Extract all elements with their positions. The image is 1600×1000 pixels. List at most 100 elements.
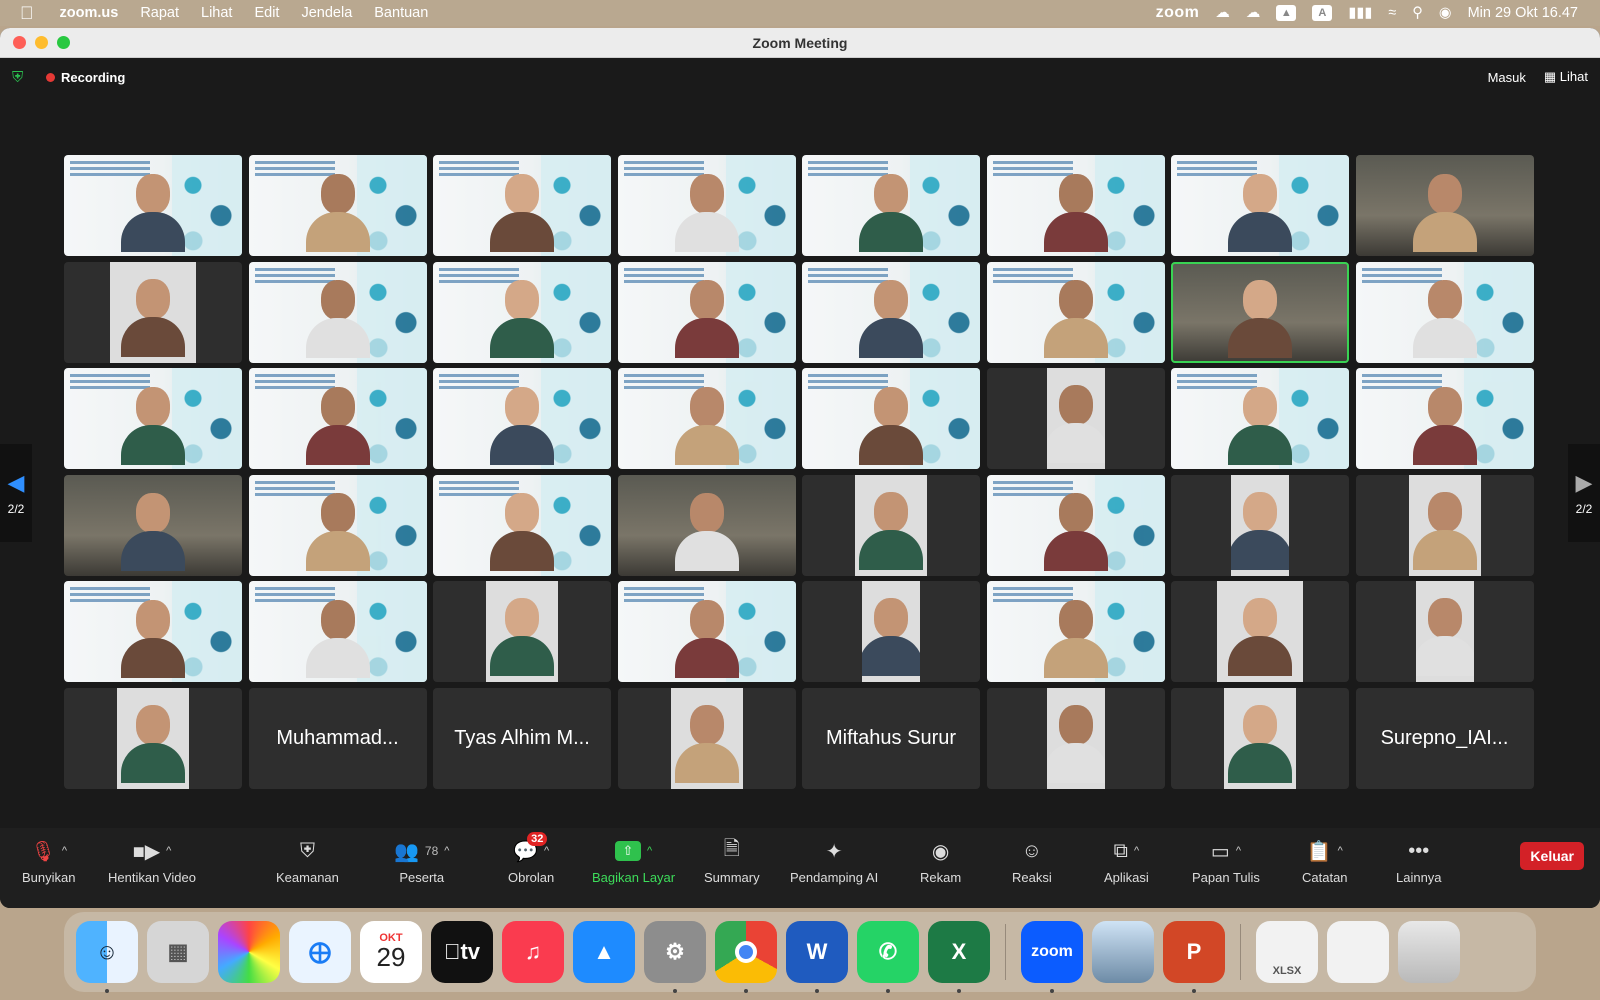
notes-caret[interactable]: ^ [1338, 845, 1343, 857]
zoom-status-label[interactable]: zoom [1156, 4, 1200, 22]
launchpad-app-icon[interactable]: ▦ [147, 921, 209, 983]
safari-app-icon[interactable]: ⨁ [289, 921, 351, 983]
participant-tile[interactable]: Muhammad... [248, 687, 427, 789]
participant-tile[interactable] [986, 155, 1165, 256]
battery-icon[interactable]: ▮▮▮ [1348, 5, 1372, 21]
participant-tile[interactable] [617, 261, 796, 363]
app-store-icon[interactable]: ▲ [573, 921, 635, 983]
keyboard-input-icon[interactable]: A [1312, 5, 1333, 21]
share-caret[interactable]: ^ [647, 845, 652, 857]
recording-label[interactable]: Recording [61, 70, 125, 85]
finder-app-icon[interactable]: ☺ [76, 921, 138, 993]
participant-tile[interactable] [64, 368, 242, 470]
whiteboard-button[interactable]: ▭ ^ Papan Tulis [1192, 838, 1260, 886]
participant-tile[interactable] [64, 474, 242, 576]
encryption-shield-icon[interactable]: ⛨ [12, 69, 28, 86]
document-stack-icon[interactable] [1327, 921, 1389, 983]
menu-rapat[interactable]: Rapat [140, 5, 179, 21]
whiteboard-caret[interactable]: ^ [1236, 845, 1241, 857]
next-page-button[interactable]: ▶ 2/2 [1568, 444, 1600, 542]
calendar-app-icon[interactable]: OKT 29 [360, 921, 422, 983]
system-settings-icon[interactable]: ⚙ [644, 921, 706, 993]
participant-tile[interactable] [1171, 261, 1349, 363]
participant-tile[interactable] [433, 261, 611, 363]
menu-jendela[interactable]: Jendela [301, 5, 352, 21]
participant-tile[interactable] [1171, 581, 1349, 683]
participant-tile[interactable] [802, 474, 980, 576]
participant-tile[interactable] [1355, 581, 1534, 683]
trash-icon[interactable] [1398, 921, 1460, 983]
participants-caret[interactable]: ^ [444, 845, 449, 857]
xlsx-file-icon[interactable]: XLSX [1256, 921, 1318, 983]
participant-tile[interactable] [1171, 368, 1349, 470]
participant-tile[interactable] [64, 261, 242, 363]
participant-tile[interactable] [802, 581, 980, 683]
participant-tile[interactable] [248, 581, 427, 683]
participant-tile[interactable] [617, 687, 796, 789]
music-app-icon[interactable]: ♫ [502, 921, 564, 983]
participant-tile[interactable] [1355, 155, 1534, 256]
menu-bantuan[interactable]: Bantuan [374, 5, 428, 21]
sign-in-button[interactable]: Masuk [1488, 70, 1526, 85]
notes-button[interactable]: 📋 ^ Catatan [1302, 838, 1348, 886]
security-button[interactable]: ⛨ Keamanan [276, 838, 339, 886]
participant-tile[interactable] [986, 687, 1165, 789]
participants-button[interactable]: 👥 78 ^ Peserta [394, 838, 449, 886]
fullscreen-window-button[interactable] [57, 36, 70, 49]
participant-tile[interactable] [1171, 155, 1349, 256]
cloud-icon[interactable]: ☁ [1215, 5, 1230, 21]
apple-menu-icon[interactable]:  [20, 3, 34, 24]
app-status-icon[interactable]: ▲ [1276, 5, 1297, 21]
chat-button[interactable]: 💬 32 ^ Obrolan [508, 832, 554, 885]
close-window-button[interactable] [13, 36, 26, 49]
participant-tile[interactable] [433, 581, 611, 683]
view-button[interactable]: ▦ Lihat [1544, 69, 1588, 85]
participant-tile[interactable]: Miftahus Surur [802, 687, 980, 789]
participant-tile[interactable] [986, 261, 1165, 363]
wifi-icon[interactable]: ≈ [1388, 5, 1396, 21]
video-options-caret[interactable]: ^ [166, 845, 171, 857]
menubar-datetime[interactable]: Min 29 Okt 16.47 [1468, 5, 1578, 21]
participant-tile[interactable] [64, 581, 242, 683]
participant-tile[interactable] [1355, 261, 1534, 363]
participant-tile[interactable] [802, 261, 980, 363]
record-button[interactable]: ◉ Rekam [920, 838, 961, 886]
preview-app-icon[interactable] [1092, 921, 1154, 983]
participant-tile[interactable] [1171, 687, 1349, 789]
stop-video-button[interactable]: ■▶ ^ Hentikan Video [108, 838, 196, 886]
word-app-icon[interactable]: W [786, 921, 848, 993]
participant-tile[interactable]: Tyas Alhim M... [433, 687, 611, 789]
apps-caret[interactable]: ^ [1134, 845, 1139, 857]
participant-tile[interactable] [248, 155, 427, 256]
whatsapp-app-icon[interactable]: ✆ [857, 921, 919, 993]
chat-caret[interactable]: ^ [544, 845, 549, 857]
participant-tile[interactable] [986, 581, 1165, 683]
menu-edit[interactable]: Edit [254, 5, 279, 21]
ai-companion-button[interactable]: ✦ Pendamping AI [790, 838, 878, 886]
participant-tile[interactable]: Surepno_IAI... [1355, 687, 1534, 789]
participant-tile[interactable] [1355, 368, 1534, 470]
menu-lihat[interactable]: Lihat [201, 5, 232, 21]
apple-tv-app-icon[interactable]: tv [431, 921, 493, 983]
powerpoint-app-icon[interactable]: P [1163, 921, 1225, 993]
participant-tile[interactable] [986, 368, 1165, 470]
more-button[interactable]: ••• Lainnya [1396, 838, 1442, 886]
zoom-app-icon[interactable]: zoom [1021, 921, 1083, 993]
participant-tile[interactable] [802, 155, 980, 256]
unmute-button[interactable]: 🎙 ^ Bunyikan [22, 838, 75, 886]
participant-tile[interactable] [617, 474, 796, 576]
participant-tile[interactable] [617, 581, 796, 683]
participant-tile[interactable] [617, 368, 796, 470]
participant-tile[interactable] [248, 261, 427, 363]
audio-options-caret[interactable]: ^ [62, 845, 67, 857]
chrome-app-icon[interactable] [715, 921, 777, 993]
menu-app-name[interactable]: zoom.us [60, 5, 119, 21]
reactions-button[interactable]: ☺ Reaksi [1012, 838, 1052, 886]
participant-tile[interactable] [433, 474, 611, 576]
leave-meeting-button[interactable]: Keluar [1520, 842, 1584, 870]
share-screen-button[interactable]: ⇧ ^ Bagikan Layar [592, 838, 675, 885]
search-icon[interactable]: ⚲ [1412, 5, 1423, 21]
excel-app-icon[interactable]: X [928, 921, 990, 993]
participant-tile[interactable] [1171, 474, 1349, 576]
participant-tile[interactable] [617, 155, 796, 256]
